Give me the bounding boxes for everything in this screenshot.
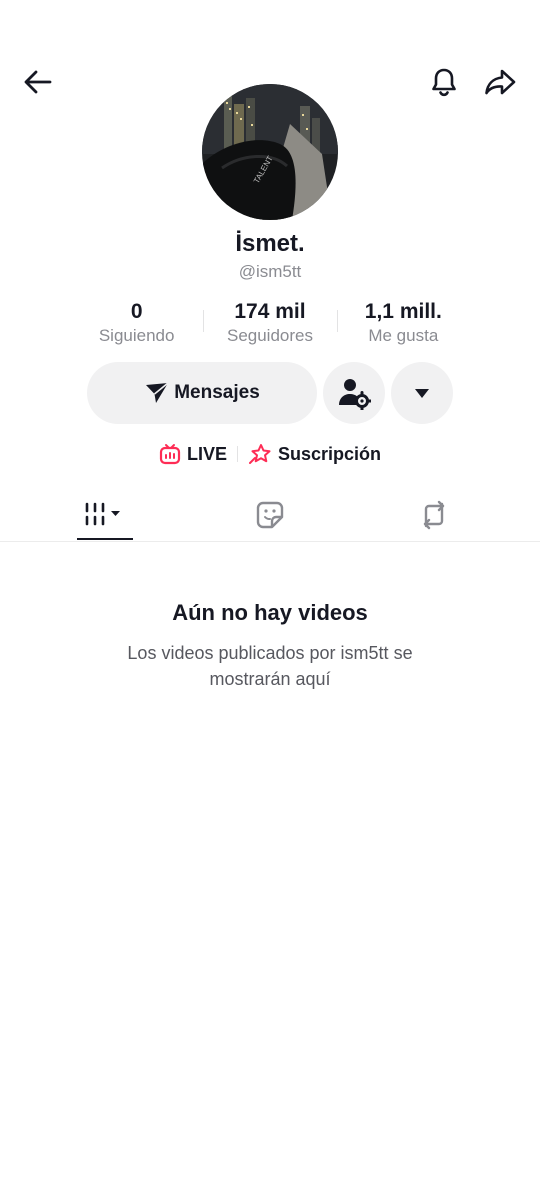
back-button[interactable] xyxy=(18,62,58,102)
share-icon xyxy=(485,69,516,95)
tab-favorites[interactable] xyxy=(244,490,296,540)
stats-row: 0 Siguiendo 174 mil Seguidores 1,1 mill.… xyxy=(70,298,470,350)
message-button-label: Mensajes xyxy=(174,382,260,403)
live-tv-icon xyxy=(159,444,181,465)
caret-down-icon xyxy=(415,389,429,398)
stat-followers[interactable]: 174 mil Seguidores xyxy=(203,298,336,350)
stat-label: Seguidores xyxy=(226,326,313,345)
tab-reposts[interactable] xyxy=(408,490,460,540)
stat-label: Siguiendo xyxy=(98,326,175,345)
star-ribbon-icon xyxy=(248,444,271,464)
friend-settings-button[interactable] xyxy=(323,362,385,424)
live-link[interactable]: LIVE xyxy=(159,443,227,465)
tab-videos[interactable] xyxy=(77,490,133,540)
stat-value: 1,1 mill. xyxy=(364,300,442,323)
display-name: İsmet. xyxy=(235,230,305,257)
stat-label: Me gusta xyxy=(368,326,439,345)
stat-following[interactable]: 0 Siguiendo xyxy=(70,298,203,350)
bell-icon xyxy=(432,68,456,97)
empty-state-description: Los videos publicados por ism5tt se most… xyxy=(127,643,413,689)
message-button[interactable]: Mensajes xyxy=(87,362,317,424)
grid-icon xyxy=(85,502,120,526)
stat-likes[interactable]: 1,1 mill. Me gusta xyxy=(336,298,470,350)
sticker-icon xyxy=(256,501,284,529)
avatar[interactable]: TALENT xyxy=(202,84,338,220)
notifications-button[interactable] xyxy=(424,62,464,102)
repost-icon xyxy=(423,500,445,530)
stat-value: 174 mil xyxy=(234,300,306,323)
send-icon xyxy=(146,382,169,403)
avatar-image: TALENT xyxy=(202,84,338,220)
profile-links: LIVE Suscripción xyxy=(0,440,540,468)
content-tabs xyxy=(0,490,540,542)
divider xyxy=(236,446,238,462)
empty-state-title: Aún no hay videos xyxy=(172,600,368,625)
subscription-label: Suscripción xyxy=(277,443,382,464)
arrow-left-icon xyxy=(24,70,52,94)
subscription-link[interactable]: Suscripción xyxy=(248,443,381,465)
username-handle: @ism5tt xyxy=(238,262,302,281)
stat-value: 0 xyxy=(130,300,143,323)
user-gear-icon xyxy=(339,379,371,410)
more-options-button[interactable] xyxy=(391,362,453,424)
profile-actions: Mensajes xyxy=(0,362,540,424)
live-label: LIVE xyxy=(186,443,227,464)
share-button[interactable] xyxy=(480,62,520,102)
